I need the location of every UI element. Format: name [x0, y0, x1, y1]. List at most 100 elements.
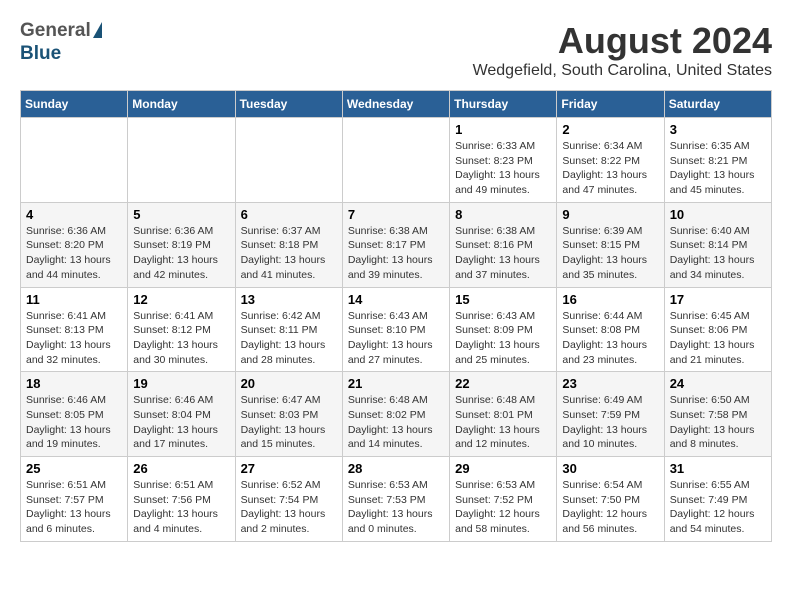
week-row-5: 25Sunrise: 6:51 AM Sunset: 7:57 PM Dayli…: [21, 457, 772, 542]
calendar-table: SundayMondayTuesdayWednesdayThursdayFrid…: [20, 90, 772, 542]
day-info: Sunrise: 6:37 AM Sunset: 8:18 PM Dayligh…: [241, 224, 337, 283]
calendar-header-row: SundayMondayTuesdayWednesdayThursdayFrid…: [21, 91, 772, 118]
calendar-cell: 26 Sunrise: 6:51 AM Sunset: 7:56 PM Dayli…: [128, 457, 235, 542]
calendar-cell: 10 Sunrise: 6:40 AM Sunset: 8:14 PM Dayli…: [664, 202, 771, 287]
calendar-cell: 7 Sunrise: 6:38 AM Sunset: 8:17 PM Daylig…: [342, 202, 449, 287]
day-number: 8: [455, 207, 551, 222]
calendar-cell: [235, 118, 342, 203]
calendar-cell: 28Sunrise: 6:53 AM Sunset: 7:53 PM Dayli…: [342, 457, 449, 542]
header-sunday: Sunday: [21, 91, 128, 118]
day-info: Sunrise: 6:44 AM Sunset: 8:08 PM Dayligh…: [562, 309, 658, 368]
week-row-1: 1 Sunrise: 6:33 AM Sunset: 8:23 PM Daylig…: [21, 118, 772, 203]
day-number: 20: [241, 376, 337, 391]
day-info: Sunrise: 6:54 AM Sunset: 7:50 PM Dayligh…: [562, 478, 658, 537]
day-number: 18: [26, 376, 122, 391]
day-number: 1: [455, 122, 551, 137]
day-number: 11: [26, 292, 122, 307]
calendar-cell: 12 Sunrise: 6:41 AM Sunset: 8:12 PM Dayli…: [128, 287, 235, 372]
day-number: 3: [670, 122, 766, 137]
day-info: Sunrise: 6:38 AM Sunset: 8:17 PM Dayligh…: [348, 224, 444, 283]
logo-general: General: [20, 20, 91, 43]
day-info: Sunrise: 6:48 AM Sunset: 8:01 PM Dayligh…: [455, 393, 551, 452]
calendar-cell: 19 Sunrise: 6:46 AM Sunset: 8:04 PM Dayli…: [128, 372, 235, 457]
logo: General Blue: [20, 20, 102, 66]
day-number: 9: [562, 207, 658, 222]
header-thursday: Thursday: [450, 91, 557, 118]
day-info: Sunrise: 6:41 AM Sunset: 8:12 PM Dayligh…: [133, 309, 229, 368]
week-row-2: 4 Sunrise: 6:36 AM Sunset: 8:20 PM Daylig…: [21, 202, 772, 287]
day-number: 4: [26, 207, 122, 222]
day-number: 10: [670, 207, 766, 222]
day-info: Sunrise: 6:35 AM Sunset: 8:21 PM Dayligh…: [670, 139, 766, 198]
day-info: Sunrise: 6:46 AM Sunset: 8:04 PM Dayligh…: [133, 393, 229, 452]
day-number: 19: [133, 376, 229, 391]
day-number: 30: [562, 461, 658, 476]
calendar-cell: 29Sunrise: 6:53 AM Sunset: 7:52 PM Dayli…: [450, 457, 557, 542]
day-number: 7: [348, 207, 444, 222]
day-info: Sunrise: 6:45 AM Sunset: 8:06 PM Dayligh…: [670, 309, 766, 368]
week-row-3: 11 Sunrise: 6:41 AM Sunset: 8:13 PM Dayli…: [21, 287, 772, 372]
calendar-cell: 25Sunrise: 6:51 AM Sunset: 7:57 PM Dayli…: [21, 457, 128, 542]
day-number: 16: [562, 292, 658, 307]
calendar-cell: 30 Sunrise: 6:54 AM Sunset: 7:50 PM Dayli…: [557, 457, 664, 542]
day-info: Sunrise: 6:51 AM Sunset: 7:56 PM Dayligh…: [133, 478, 229, 537]
day-info: Sunrise: 6:49 AM Sunset: 7:59 PM Dayligh…: [562, 393, 658, 452]
logo-triangle-icon: [93, 22, 102, 38]
day-number: 21: [348, 376, 444, 391]
day-number: 13: [241, 292, 337, 307]
day-info: Sunrise: 6:33 AM Sunset: 8:23 PM Dayligh…: [455, 139, 551, 198]
day-number: 12: [133, 292, 229, 307]
calendar-cell: [342, 118, 449, 203]
calendar-cell: 21Sunrise: 6:48 AM Sunset: 8:02 PM Dayli…: [342, 372, 449, 457]
day-number: 2: [562, 122, 658, 137]
day-info: Sunrise: 6:36 AM Sunset: 8:20 PM Dayligh…: [26, 224, 122, 283]
day-info: Sunrise: 6:42 AM Sunset: 8:11 PM Dayligh…: [241, 309, 337, 368]
day-info: Sunrise: 6:47 AM Sunset: 8:03 PM Dayligh…: [241, 393, 337, 452]
day-number: 25: [26, 461, 122, 476]
calendar-cell: 8 Sunrise: 6:38 AM Sunset: 8:16 PM Daylig…: [450, 202, 557, 287]
calendar-cell: 2 Sunrise: 6:34 AM Sunset: 8:22 PM Daylig…: [557, 118, 664, 203]
day-info: Sunrise: 6:43 AM Sunset: 8:09 PM Dayligh…: [455, 309, 551, 368]
calendar-cell: 31Sunrise: 6:55 AM Sunset: 7:49 PM Dayli…: [664, 457, 771, 542]
calendar-cell: [21, 118, 128, 203]
day-number: 6: [241, 207, 337, 222]
calendar-cell: 3 Sunrise: 6:35 AM Sunset: 8:21 PM Daylig…: [664, 118, 771, 203]
day-info: Sunrise: 6:36 AM Sunset: 8:19 PM Dayligh…: [133, 224, 229, 283]
day-info: Sunrise: 6:41 AM Sunset: 8:13 PM Dayligh…: [26, 309, 122, 368]
calendar-subtitle: Wedgefield, South Carolina, United State…: [473, 62, 772, 80]
day-number: 31: [670, 461, 766, 476]
day-info: Sunrise: 6:53 AM Sunset: 7:53 PM Dayligh…: [348, 478, 444, 537]
day-number: 24: [670, 376, 766, 391]
day-number: 15: [455, 292, 551, 307]
day-number: 5: [133, 207, 229, 222]
day-info: Sunrise: 6:34 AM Sunset: 8:22 PM Dayligh…: [562, 139, 658, 198]
day-info: Sunrise: 6:52 AM Sunset: 7:54 PM Dayligh…: [241, 478, 337, 537]
header-saturday: Saturday: [664, 91, 771, 118]
calendar-cell: 16 Sunrise: 6:44 AM Sunset: 8:08 PM Dayli…: [557, 287, 664, 372]
calendar-cell: 17Sunrise: 6:45 AM Sunset: 8:06 PM Dayli…: [664, 287, 771, 372]
calendar-cell: [128, 118, 235, 203]
day-info: Sunrise: 6:43 AM Sunset: 8:10 PM Dayligh…: [348, 309, 444, 368]
header-tuesday: Tuesday: [235, 91, 342, 118]
calendar-cell: 24Sunrise: 6:50 AM Sunset: 7:58 PM Dayli…: [664, 372, 771, 457]
calendar-cell: 14 Sunrise: 6:43 AM Sunset: 8:10 PM Dayli…: [342, 287, 449, 372]
day-number: 14: [348, 292, 444, 307]
calendar-cell: 4 Sunrise: 6:36 AM Sunset: 8:20 PM Daylig…: [21, 202, 128, 287]
calendar-cell: 9Sunrise: 6:39 AM Sunset: 8:15 PM Daylig…: [557, 202, 664, 287]
calendar-cell: 22Sunrise: 6:48 AM Sunset: 8:01 PM Dayli…: [450, 372, 557, 457]
header-wednesday: Wednesday: [342, 91, 449, 118]
day-number: 26: [133, 461, 229, 476]
day-info: Sunrise: 6:40 AM Sunset: 8:14 PM Dayligh…: [670, 224, 766, 283]
logo-blue: Blue: [20, 43, 61, 64]
calendar-cell: 13 Sunrise: 6:42 AM Sunset: 8:11 PM Dayli…: [235, 287, 342, 372]
day-number: 23: [562, 376, 658, 391]
calendar-cell: 1 Sunrise: 6:33 AM Sunset: 8:23 PM Daylig…: [450, 118, 557, 203]
calendar-cell: 5 Sunrise: 6:36 AM Sunset: 8:19 PM Daylig…: [128, 202, 235, 287]
calendar-title: August 2024: [473, 20, 772, 62]
day-info: Sunrise: 6:38 AM Sunset: 8:16 PM Dayligh…: [455, 224, 551, 283]
calendar-cell: 20 Sunrise: 6:47 AM Sunset: 8:03 PM Dayli…: [235, 372, 342, 457]
calendar-cell: 11 Sunrise: 6:41 AM Sunset: 8:13 PM Dayli…: [21, 287, 128, 372]
day-info: Sunrise: 6:46 AM Sunset: 8:05 PM Dayligh…: [26, 393, 122, 452]
calendar-cell: 27Sunrise: 6:52 AM Sunset: 7:54 PM Dayli…: [235, 457, 342, 542]
header-friday: Friday: [557, 91, 664, 118]
